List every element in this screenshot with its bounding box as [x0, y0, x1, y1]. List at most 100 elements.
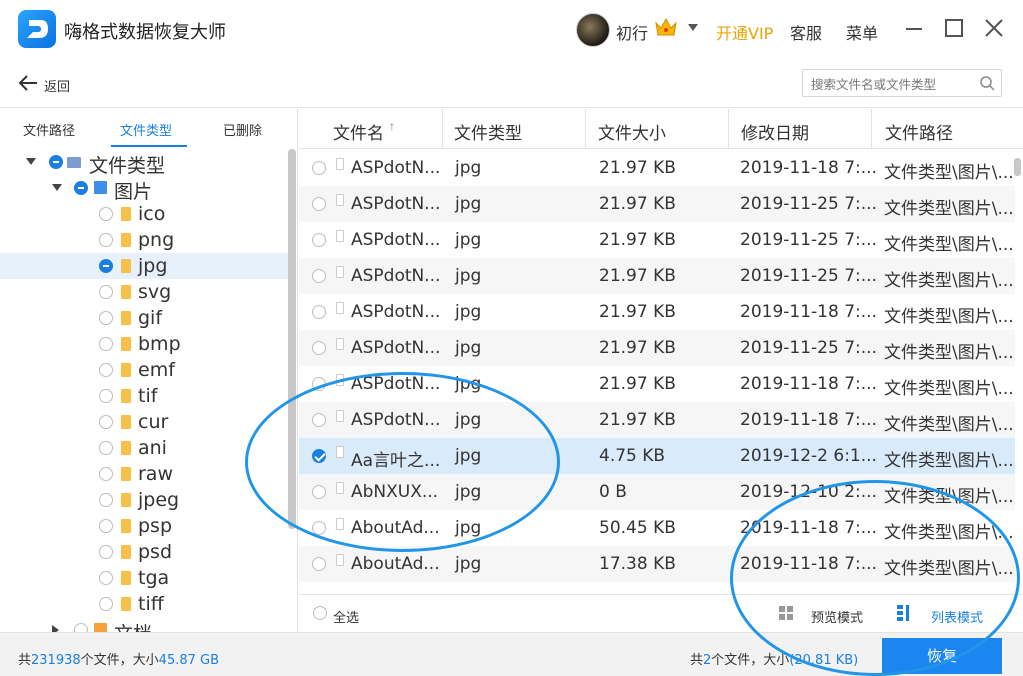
avatar[interactable]	[576, 13, 610, 47]
tree-item[interactable]: svg	[0, 279, 288, 305]
row-checkbox[interactable]	[312, 269, 326, 283]
close-icon[interactable]	[982, 16, 1006, 40]
tree-checkbox[interactable]	[49, 155, 63, 169]
column-divider[interactable]	[585, 109, 586, 149]
column-header-date[interactable]: 修改日期	[741, 119, 809, 144]
tree-checkbox[interactable]	[99, 233, 113, 247]
tree-checkbox[interactable]	[99, 467, 113, 481]
back-arrow-icon[interactable]	[18, 73, 38, 93]
tree-checkbox[interactable]	[99, 519, 113, 533]
tree-checkbox[interactable]	[99, 493, 113, 507]
file-size-cell: 21.97 KB	[599, 410, 676, 430]
tree-checkbox[interactable]	[99, 415, 113, 429]
maximize-icon[interactable]	[942, 16, 966, 40]
tree-checkbox[interactable]	[99, 285, 113, 299]
file-size-cell: 21.97 KB	[599, 338, 676, 358]
menu-link[interactable]: 菜单	[846, 20, 878, 44]
tree-item[interactable]: tga	[0, 565, 288, 591]
tree-item[interactable]: 文件类型	[0, 149, 288, 177]
tree-checkbox[interactable]	[99, 311, 113, 325]
search-icon[interactable]	[979, 75, 995, 91]
file-icon	[336, 194, 344, 206]
column-header-path[interactable]: 文件路径	[885, 119, 953, 144]
tree-item-label: png	[138, 229, 175, 251]
chevron-down-icon[interactable]	[688, 24, 698, 31]
tree-item[interactable]: jpeg	[0, 487, 288, 513]
minimize-icon[interactable]	[902, 16, 926, 40]
tree-checkbox[interactable]	[99, 389, 113, 403]
table-row[interactable]: ASPdotN... jpg 21.97 KB 2019-11-25 7:... 文件类…	[299, 186, 1015, 222]
row-checkbox[interactable]	[312, 341, 326, 355]
toolbar: 返回	[0, 58, 1023, 108]
tab-deleted[interactable]: 已删除	[223, 120, 262, 139]
expand-arrow-icon[interactable]	[52, 184, 62, 191]
row-checkbox[interactable]	[312, 197, 326, 211]
row-checkbox[interactable]	[312, 305, 326, 319]
app-logo-icon	[18, 10, 56, 48]
back-button[interactable]: 返回	[44, 76, 70, 95]
column-divider[interactable]	[728, 109, 729, 149]
row-checkbox[interactable]	[312, 557, 326, 571]
row-checkbox[interactable]	[312, 161, 326, 175]
tree-checkbox[interactable]	[99, 571, 113, 585]
tree-checkbox[interactable]	[99, 363, 113, 377]
table-row[interactable]: ASPdotN... jpg 21.97 KB 2019-11-25 7:... 文件类…	[299, 258, 1015, 294]
file-size-cell: 17.38 KB	[599, 554, 676, 574]
tree-item[interactable]: 文档	[0, 617, 288, 632]
file-name-cell: AboutAd...	[351, 554, 440, 574]
file-size-cell: 21.97 KB	[599, 194, 676, 214]
tree-item[interactable]: cur	[0, 409, 288, 435]
table-row[interactable]: ASPdotN... jpg 21.97 KB 2019-11-18 7:... 文件类…	[299, 150, 1015, 186]
select-all-checkbox[interactable]	[313, 606, 327, 620]
file-type-icon	[121, 285, 131, 299]
table-scrollbar[interactable]	[1014, 158, 1021, 176]
tree-item[interactable]: tiff	[0, 591, 288, 617]
file-type-icon	[121, 519, 131, 533]
file-name-cell: ASPdotN...	[351, 266, 441, 286]
tree-item[interactable]: ico	[0, 201, 288, 227]
tree-item[interactable]: png	[0, 227, 288, 253]
file-type-cell: jpg	[455, 230, 482, 250]
file-type-icon	[121, 363, 131, 377]
open-vip-link[interactable]: 开通VIP	[716, 20, 773, 44]
row-checkbox[interactable]	[312, 233, 326, 247]
tree-checkbox[interactable]	[99, 207, 113, 221]
search-box[interactable]	[802, 69, 1002, 97]
tree-item[interactable]: psd	[0, 539, 288, 565]
tree-item[interactable]: 图片	[0, 175, 288, 203]
customer-service-link[interactable]: 客服	[790, 20, 822, 44]
tree-item-label: psd	[138, 541, 173, 563]
username[interactable]: 初行	[616, 20, 648, 44]
tree-item[interactable]: emf	[0, 357, 288, 383]
tree-item-label: tif	[138, 385, 158, 407]
tree-checkbox[interactable]	[99, 545, 113, 559]
file-size-cell: 0 B	[599, 482, 627, 502]
file-size-cell: 21.97 KB	[599, 158, 676, 178]
tree-item[interactable]: gif	[0, 305, 288, 331]
search-input[interactable]	[811, 75, 971, 93]
collapse-arrow-icon[interactable]	[52, 625, 59, 632]
tree-checkbox[interactable]	[99, 597, 113, 611]
expand-arrow-icon[interactable]	[26, 158, 36, 165]
table-row[interactable]: ASPdotN... jpg 21.97 KB 2019-11-25 7:... 文件类…	[299, 222, 1015, 258]
select-all-label[interactable]: 全选	[333, 607, 359, 626]
tab-file-type[interactable]: 文件类型	[120, 120, 172, 139]
tab-file-path[interactable]: 文件路径	[23, 120, 75, 139]
tree-item[interactable]: tif	[0, 383, 288, 409]
column-header-name[interactable]: 文件名	[333, 119, 384, 144]
table-row[interactable]: ASPdotN... jpg 21.97 KB 2019-11-18 7:... 文件类…	[299, 294, 1015, 330]
table-row[interactable]: ASPdotN... jpg 21.97 KB 2019-11-25 7:... 文件类…	[299, 330, 1015, 366]
column-header-type[interactable]: 文件类型	[454, 119, 522, 144]
column-divider[interactable]	[871, 109, 872, 149]
column-divider[interactable]	[442, 109, 443, 149]
tree-checkbox[interactable]	[74, 181, 88, 195]
tree-checkbox[interactable]	[99, 337, 113, 351]
file-type-icon	[121, 597, 131, 611]
tree-checkbox[interactable]	[99, 441, 113, 455]
tree-item[interactable]: psp	[0, 513, 288, 539]
tree-checkbox[interactable]	[99, 259, 113, 273]
tree-item[interactable]: jpg	[0, 253, 288, 279]
tree-item[interactable]: bmp	[0, 331, 288, 357]
column-header-size[interactable]: 文件大小	[598, 119, 666, 144]
tree-checkbox[interactable]	[74, 623, 88, 632]
